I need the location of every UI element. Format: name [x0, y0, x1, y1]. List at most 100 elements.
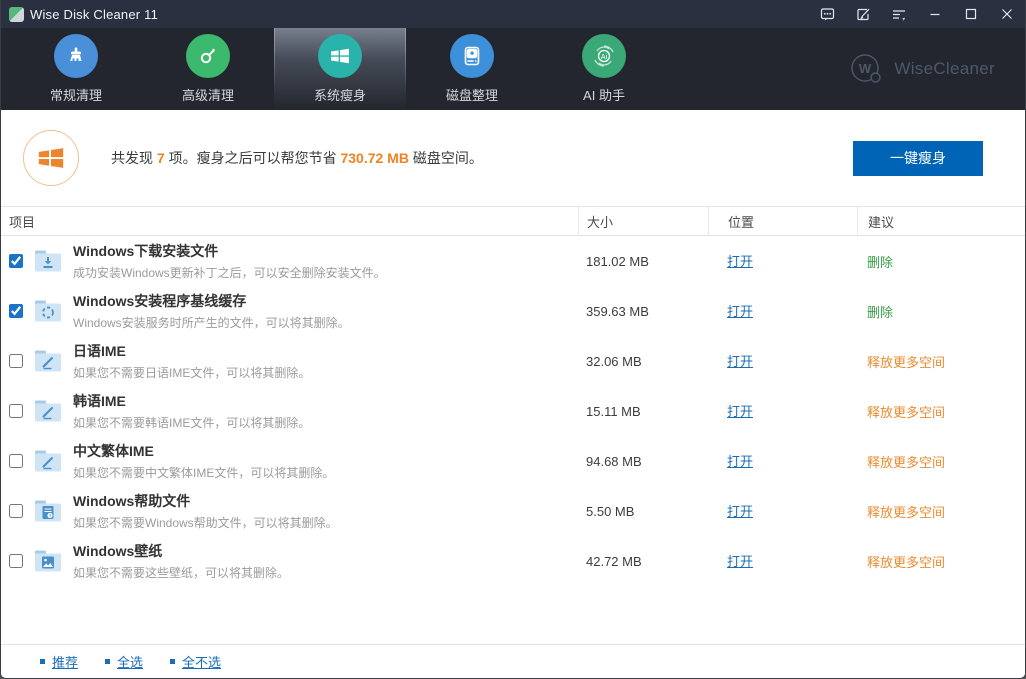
table-row[interactable]: 日语IME 如果您不需要日语IME文件，可以将其删除。 32.06 MB 打开 … [1, 336, 1025, 386]
item-size: 15.11 MB [578, 404, 708, 419]
row-checkbox[interactable] [9, 254, 23, 268]
nav-item-label: 磁盘整理 [446, 85, 498, 104]
app-icon [9, 7, 24, 22]
footer-link-label: 全不选 [182, 652, 221, 671]
item-list: Windows下载安装文件 成功安装Windows更新补丁之后，可以安全删除安装… [1, 236, 1025, 586]
item-title: Windows帮助文件 [73, 491, 338, 511]
column-header-location: 位置 [708, 207, 857, 235]
wise-disk-cleaner-window: Wise Disk Cleaner 11 [0, 0, 1026, 679]
titlebar: Wise Disk Cleaner 11 [1, 0, 1025, 28]
nav-item-3[interactable]: 磁盘整理 [406, 28, 538, 110]
square-bullet-icon [105, 659, 110, 664]
table-header: 项目 大小 位置 建议 [1, 206, 1025, 236]
item-description: 如果您不需要Windows帮助文件，可以将其删除。 [73, 514, 338, 531]
one-click-slim-button[interactable]: 一键瘦身 [853, 141, 983, 176]
item-suggestion: 释放更多空间 [857, 552, 1025, 571]
nav-item-1[interactable]: 高级清理 [142, 28, 274, 110]
column-header-size: 大小 [578, 207, 708, 235]
nav-item-label: AI 助手 [583, 85, 625, 104]
square-bullet-icon [170, 659, 175, 664]
column-header-suggestion: 建议 [857, 207, 1025, 235]
open-location-link[interactable]: 打开 [727, 554, 753, 569]
nav-item-0[interactable]: 常规清理 [10, 28, 142, 110]
footer-link-1[interactable]: 全选 [105, 652, 143, 671]
table-row[interactable]: Windows壁纸 如果您不需要这些壁纸，可以将其删除。 42.72 MB 打开… [1, 536, 1025, 586]
summary-bar: 共发现 7 项。瘦身之后可以帮您节省 730.72 MB 磁盘空间。 一键瘦身 [1, 110, 1025, 206]
ai-icon: Ai [582, 34, 626, 78]
open-location-link[interactable]: 打开 [727, 304, 753, 319]
nav-item-4[interactable]: Ai AI 助手 [538, 28, 670, 110]
main-nav: 常规清理 高级清理 系统瘦身 磁盘整理 Ai AI 助手 W WiseClean… [1, 28, 1025, 110]
row-checkbox[interactable] [9, 554, 23, 568]
square-bullet-icon [40, 659, 45, 664]
item-description: 如果您不需要日语IME文件，可以将其删除。 [73, 364, 310, 381]
item-suggestion: 释放更多空间 [857, 452, 1025, 471]
brand-name: WiseCleaner [894, 59, 995, 79]
item-title: 中文繁体IME [73, 441, 334, 461]
item-title: 韩语IME [73, 391, 310, 411]
windows-logo-icon [23, 130, 79, 186]
item-title: 日语IME [73, 341, 310, 361]
open-location-link[interactable]: 打开 [727, 404, 753, 419]
summary-middle: 项。瘦身之后可以帮您节省 [165, 150, 341, 166]
footer-link-0[interactable]: 推荐 [40, 652, 78, 671]
footer-bar: 推荐 全选 全不选 [1, 644, 1025, 678]
item-title: Windows安装程序基线缓存 [73, 291, 350, 311]
close-icon[interactable] [989, 0, 1025, 28]
row-checkbox[interactable] [9, 404, 23, 418]
row-checkbox[interactable] [9, 304, 23, 318]
table-row[interactable]: Windows下载安装文件 成功安装Windows更新补丁之后，可以安全删除安装… [1, 236, 1025, 286]
disk-icon [450, 34, 494, 78]
magnifier-icon [186, 34, 230, 78]
open-location-link[interactable]: 打开 [727, 254, 753, 269]
svg-text:Ai: Ai [601, 54, 608, 61]
row-checkbox[interactable] [9, 454, 23, 468]
item-size: 359.63 MB [578, 304, 708, 319]
footer-link-label: 全选 [117, 652, 143, 671]
item-title: Windows下载安装文件 [73, 241, 386, 261]
register-icon[interactable] [845, 0, 881, 28]
feedback-icon[interactable] [809, 0, 845, 28]
item-suggestion: 释放更多空间 [857, 402, 1025, 421]
item-suggestion: 删除 [857, 252, 1025, 271]
row-checkbox[interactable] [9, 504, 23, 518]
table-row[interactable]: ? Windows帮助文件 如果您不需要Windows帮助文件，可以将其删除。 … [1, 486, 1025, 536]
item-title: Windows壁纸 [73, 541, 289, 561]
footer-link-2[interactable]: 全不选 [170, 652, 221, 671]
item-suggestion: 释放更多空间 [857, 502, 1025, 521]
summary-suffix: 磁盘空间。 [409, 150, 483, 166]
windows-icon [318, 34, 362, 78]
savable-size: 730.72 MB [340, 150, 408, 166]
nav-item-label: 系统瘦身 [314, 85, 366, 104]
table-row[interactable]: Windows安装程序基线缓存 Windows安装服务时所产生的文件，可以将其删… [1, 286, 1025, 336]
window-title: Wise Disk Cleaner 11 [30, 7, 158, 22]
open-location-link[interactable]: 打开 [727, 504, 753, 519]
nav-item-2[interactable]: 系统瘦身 [274, 28, 406, 110]
table-row[interactable]: 中文繁体IME 如果您不需要中文繁体IME文件，可以将其删除。 94.68 MB… [1, 436, 1025, 486]
nav-item-label: 高级清理 [182, 85, 234, 104]
svg-text:W: W [859, 61, 872, 76]
item-suggestion: 释放更多空间 [857, 352, 1025, 371]
menu-icon[interactable] [881, 0, 917, 28]
item-description: Windows安装服务时所产生的文件，可以将其删除。 [73, 314, 350, 331]
item-size: 5.50 MB [578, 504, 708, 519]
item-description: 成功安装Windows更新补丁之后，可以安全删除安装文件。 [73, 264, 386, 281]
ime-folder-icon [33, 398, 63, 424]
maximize-icon[interactable] [953, 0, 989, 28]
ime-folder-icon [33, 348, 63, 374]
found-count: 7 [157, 150, 165, 166]
help-folder-icon: ? [33, 498, 63, 524]
nav-item-label: 常规清理 [50, 85, 102, 104]
installer-cache-folder-icon [33, 298, 63, 324]
open-location-link[interactable]: 打开 [727, 354, 753, 369]
svg-text:?: ? [49, 513, 52, 518]
item-size: 181.02 MB [578, 254, 708, 269]
minimize-icon[interactable] [917, 0, 953, 28]
item-description: 如果您不需要韩语IME文件，可以将其删除。 [73, 414, 310, 431]
ime-folder-icon [33, 448, 63, 474]
open-location-link[interactable]: 打开 [727, 454, 753, 469]
nav-items-host: 常规清理 高级清理 系统瘦身 磁盘整理 Ai AI 助手 [10, 28, 670, 110]
table-row[interactable]: 韩语IME 如果您不需要韩语IME文件，可以将其删除。 15.11 MB 打开 … [1, 386, 1025, 436]
summary-text: 共发现 7 项。瘦身之后可以帮您节省 730.72 MB 磁盘空间。 [111, 148, 483, 168]
row-checkbox[interactable] [9, 354, 23, 368]
